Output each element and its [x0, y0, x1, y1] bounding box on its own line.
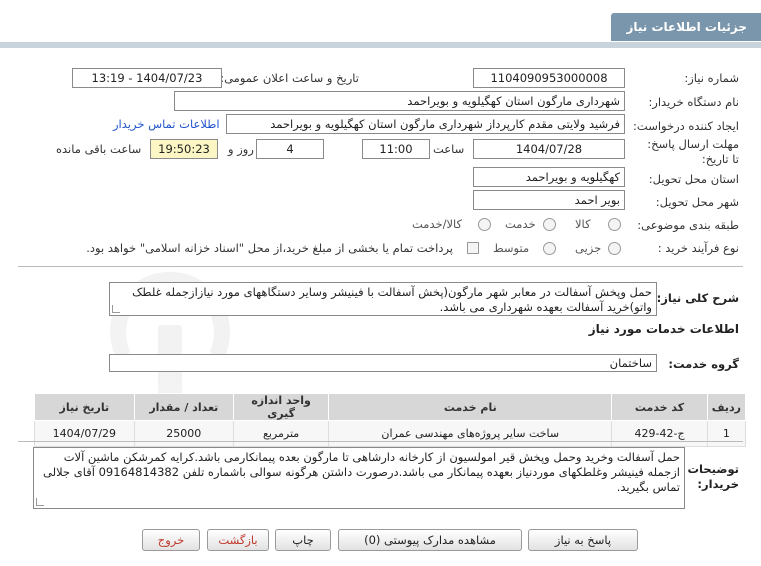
city-label: شهر محل تحویل:	[655, 195, 739, 209]
remaining-time-label: ساعت باقی مانده	[56, 142, 142, 156]
divider	[18, 441, 743, 442]
page-title: جزئیات اطلاعات نیاز	[611, 13, 761, 41]
process-minor-label: جزیی	[575, 241, 602, 255]
col-date-header: تاریخ نیاز	[34, 393, 135, 421]
col-code-header: کد خدمت	[611, 393, 708, 421]
buyer-notes-textarea[interactable]: حمل آسفالت وخرید وحمل وپخش قیر امولسیون …	[33, 447, 685, 509]
buyer-notes-text: حمل آسفالت وخرید وحمل وپخش قیر امولسیون …	[42, 450, 680, 494]
resize-handle[interactable]	[112, 305, 120, 313]
deadline-date-field[interactable]: 1404/07/28	[473, 139, 625, 159]
creator-label: ایجاد کننده درخواست:	[633, 119, 739, 133]
divider	[18, 266, 743, 267]
category-label: طبقه بندی موضوعی:	[637, 218, 739, 232]
reply-button[interactable]: پاسخ به نیاز	[528, 529, 638, 551]
cell-qty: 25000	[133, 420, 234, 447]
province-field[interactable]: کهگیلویه و بویراحمد	[473, 167, 625, 187]
buyer-contact-link[interactable]: اطلاعات تماس خریدار	[113, 117, 220, 131]
buyer-label: نام دستگاه خریدار:	[648, 95, 739, 109]
need-number-field[interactable]: 1104090953000008	[473, 68, 625, 88]
category-service-label: خدمت	[505, 217, 536, 231]
exit-button[interactable]: خروج	[142, 529, 200, 551]
announce-label: تاریخ و ساعت اعلان عمومی:	[220, 71, 359, 85]
cell-row: 1	[706, 420, 747, 447]
process-medium-radio[interactable]	[543, 242, 556, 255]
category-goods-label: کالا	[575, 217, 591, 231]
treasury-payment-note: پرداخت تمام یا بخشی از مبلغ خرید،از محل …	[86, 241, 453, 255]
deadline-label: مهلت ارسال پاسخ: تا تاریخ:	[647, 137, 739, 166]
days-label: روز و	[228, 142, 254, 156]
resize-handle[interactable]	[36, 498, 44, 506]
process-label: نوع فرآیند خرید :	[657, 241, 739, 255]
description-textarea[interactable]: حمل وپخش آسفالت در معابر شهر مارگون(پخش …	[109, 282, 657, 316]
deadline-time-label: ساعت	[433, 142, 465, 156]
category-service-radio[interactable]	[543, 218, 556, 231]
buyer-name-field[interactable]: شهرداری مارگون استان کهگیلویه و بویراحمد	[174, 91, 625, 111]
creator-field[interactable]: فرشید ولایتی مقدم کارپرداز شهرداری مارگو…	[226, 114, 625, 134]
col-qty-header: تعداد / مقدار	[133, 393, 234, 421]
table-row[interactable]: 1 ج-42-429 ساخت سایر پروژه‌های مهندسی عم…	[34, 420, 747, 447]
col-name-header: نام خدمت	[328, 393, 613, 421]
need-number-label: شماره نیاز:	[684, 71, 739, 85]
back-button[interactable]: بازگشت	[207, 529, 269, 551]
services-table: ردیف کد خدمت نام خدمت واحد اندازه گیری ت…	[34, 393, 747, 447]
table-header-row: ردیف کد خدمت نام خدمت واحد اندازه گیری ت…	[34, 393, 747, 421]
treasury-payment-checkbox[interactable]	[467, 242, 479, 254]
cell-date: 1404/07/29	[34, 420, 135, 447]
process-medium-label: متوسط	[493, 241, 530, 255]
process-minor-radio[interactable]	[608, 242, 621, 255]
service-group-label: گروه خدمت:	[668, 357, 739, 371]
cell-name: ساخت سایر پروژه‌های مهندسی عمران	[328, 420, 613, 447]
service-group-field[interactable]: ساختمان	[109, 354, 657, 372]
cell-unit: مترمربع	[232, 420, 330, 447]
description-text: حمل وپخش آسفالت در معابر شهر مارگون(پخش …	[132, 285, 652, 314]
col-row-header: ردیف	[706, 393, 747, 421]
services-section-title: اطلاعات خدمات مورد نیاز	[588, 322, 739, 336]
category-goods-radio[interactable]	[608, 218, 621, 231]
col-unit-header: واحد اندازه گیری	[232, 393, 330, 421]
print-button[interactable]: چاپ	[275, 529, 331, 551]
top-bar: جزئیات اطلاعات نیاز	[0, 0, 761, 48]
category-goods-service-radio[interactable]	[478, 218, 491, 231]
cell-code: ج-42-429	[611, 420, 708, 447]
buyer-notes-label: توضیحات خریدار:	[687, 462, 740, 491]
attachments-button[interactable]: مشاهده مدارک پیوستی (0)	[338, 529, 522, 551]
city-field[interactable]: بویر احمد	[473, 190, 625, 210]
province-label: استان محل تحویل:	[648, 172, 739, 186]
days-remaining-field[interactable]: 4	[256, 139, 324, 159]
remaining-time-field[interactable]: 19:50:23	[150, 139, 218, 159]
deadline-time-field[interactable]: 11:00	[362, 139, 430, 159]
description-label: شرح کلی نیاز:	[656, 291, 739, 305]
announce-date-field[interactable]: 1404/07/23 - 13:19	[72, 68, 222, 88]
category-goods-service-label: کالا/خدمت	[412, 217, 463, 231]
